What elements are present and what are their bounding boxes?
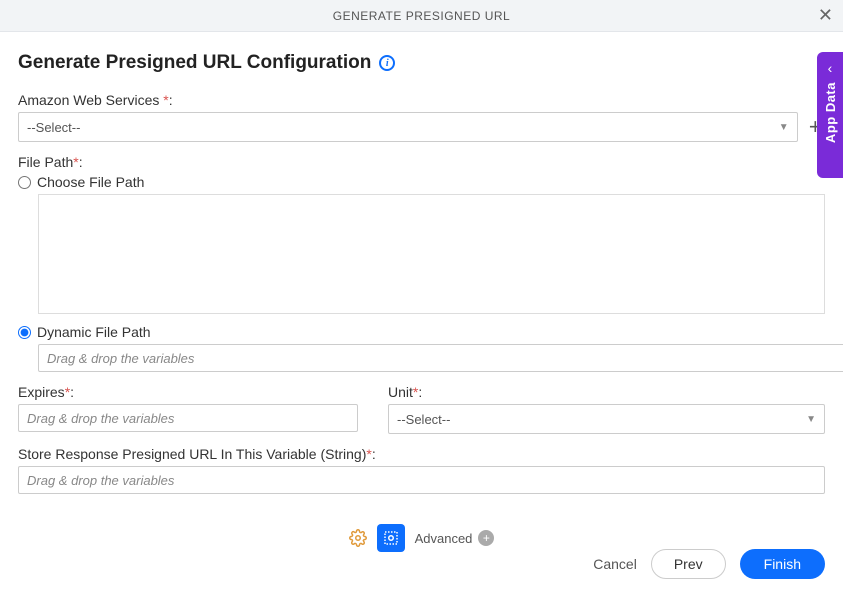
advanced-toggle[interactable]: Advanced + bbox=[415, 530, 495, 546]
aws-label: Amazon Web Services *: bbox=[18, 92, 825, 108]
colon: : bbox=[372, 446, 376, 462]
unit-select[interactable]: --Select-- ▼ bbox=[388, 404, 825, 434]
aws-select[interactable]: --Select-- ▼ bbox=[18, 112, 798, 142]
dynamic-filepath-radio[interactable] bbox=[18, 326, 31, 339]
dynamic-filepath-input[interactable]: Drag & drop the variables bbox=[38, 344, 843, 372]
store-label: Store Response Presigned URL In This Var… bbox=[18, 446, 825, 462]
finish-button[interactable]: Finish bbox=[740, 549, 825, 579]
filepath-label: File Path*: bbox=[18, 154, 825, 170]
colon: : bbox=[70, 384, 74, 400]
store-input[interactable]: Drag & drop the variables bbox=[18, 466, 825, 494]
cancel-button[interactable]: Cancel bbox=[593, 556, 637, 572]
gear-icon[interactable] bbox=[349, 529, 367, 547]
chevron-down-icon: ▼ bbox=[806, 414, 816, 425]
expires-placeholder: Drag & drop the variables bbox=[27, 411, 174, 426]
page-title: Generate Presigned URL Configuration i bbox=[18, 52, 825, 74]
plus-circle-icon: + bbox=[478, 530, 494, 546]
filepath-label-text: File Path bbox=[18, 154, 73, 170]
aws-select-row: --Select-- ▼ + bbox=[18, 112, 825, 142]
filepath-field: File Path*: Choose File Path Dynamic Fil… bbox=[18, 154, 825, 372]
footer-buttons: Cancel Prev Finish bbox=[593, 549, 825, 579]
expires-field: Expires*: Drag & drop the variables bbox=[18, 384, 358, 434]
info-icon[interactable]: i bbox=[379, 55, 395, 71]
expires-unit-row: Expires*: Drag & drop the variables Unit… bbox=[18, 384, 825, 434]
colon: : bbox=[79, 154, 83, 170]
chevron-left-icon: ‹ bbox=[828, 60, 833, 76]
bottom-toolbar: Advanced + bbox=[18, 524, 825, 552]
close-icon[interactable]: ✕ bbox=[818, 6, 833, 24]
modal-title: GENERATE PRESIGNED URL bbox=[333, 9, 510, 23]
store-field: Store Response Presigned URL In This Var… bbox=[18, 446, 825, 494]
modal-header: GENERATE PRESIGNED URL ✕ bbox=[0, 0, 843, 32]
unit-label-text: Unit bbox=[388, 384, 413, 400]
unit-field: Unit*: --Select-- ▼ bbox=[388, 384, 825, 434]
expires-input[interactable]: Drag & drop the variables bbox=[18, 404, 358, 432]
aws-select-value: --Select-- bbox=[27, 120, 80, 135]
expires-label: Expires*: bbox=[18, 384, 358, 400]
dynamic-filepath-radio-row: Dynamic File Path bbox=[18, 324, 825, 340]
dynamic-filepath-placeholder: Drag & drop the variables bbox=[47, 351, 194, 366]
chevron-down-icon: ▼ bbox=[779, 122, 789, 133]
colon: : bbox=[418, 384, 422, 400]
prev-button[interactable]: Prev bbox=[651, 549, 726, 579]
advanced-label-text: Advanced bbox=[415, 531, 473, 546]
unit-label: Unit*: bbox=[388, 384, 825, 400]
store-placeholder: Drag & drop the variables bbox=[27, 473, 174, 488]
expires-label-text: Expires bbox=[18, 384, 65, 400]
content-area: Generate Presigned URL Configuration i A… bbox=[0, 32, 843, 562]
choose-filepath-label: Choose File Path bbox=[37, 174, 144, 190]
store-label-text: Store Response Presigned URL In This Var… bbox=[18, 446, 366, 462]
choose-filepath-radio[interactable] bbox=[18, 176, 31, 189]
dynamic-filepath-label: Dynamic File Path bbox=[37, 324, 151, 340]
colon: : bbox=[169, 92, 173, 108]
app-data-label: App Data bbox=[823, 82, 838, 143]
unit-select-value: --Select-- bbox=[397, 412, 450, 427]
choose-filepath-radio-row: Choose File Path bbox=[18, 174, 825, 190]
choose-filepath-box[interactable] bbox=[38, 194, 825, 314]
app-data-sidetab[interactable]: ‹ App Data bbox=[817, 52, 843, 178]
page-heading-text: Generate Presigned URL Configuration bbox=[18, 52, 371, 74]
aws-field: Amazon Web Services *: --Select-- ▼ + bbox=[18, 92, 825, 142]
app-settings-icon[interactable] bbox=[377, 524, 405, 552]
aws-label-text: Amazon Web Services bbox=[18, 92, 163, 108]
